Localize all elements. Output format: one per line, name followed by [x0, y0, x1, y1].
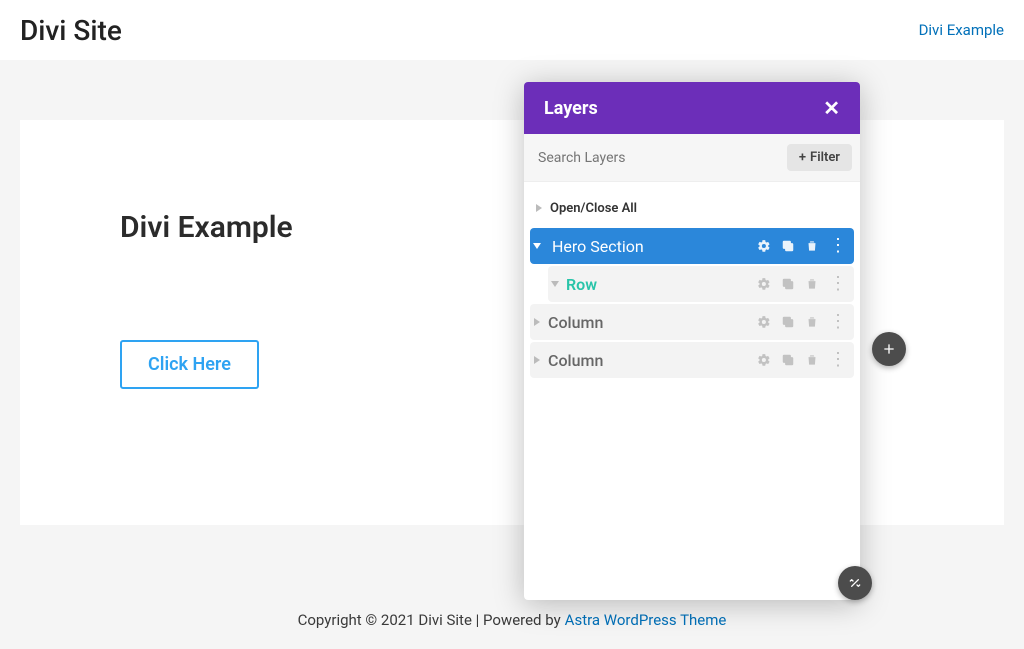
site-footer: Copyright © 2021 Divi Site | Powered by …: [0, 590, 1024, 649]
resize-fab[interactable]: [838, 566, 872, 600]
duplicate-icon[interactable]: [781, 277, 795, 291]
footer-theme-link[interactable]: Astra WordPress Theme: [565, 611, 727, 629]
search-input[interactable]: [524, 134, 787, 181]
duplicate-icon[interactable]: [781, 353, 795, 367]
trash-icon[interactable]: [805, 239, 819, 253]
panel-title: Layers: [544, 98, 598, 119]
layers-tree: Open/Close All Hero Section ⋮ Row ⋮: [524, 182, 860, 600]
site-title: Divi Site: [20, 14, 122, 47]
duplicate-icon[interactable]: [781, 239, 795, 253]
filter-button[interactable]: + Filter: [787, 144, 852, 171]
site-header: Divi Site Divi Example: [0, 0, 1024, 60]
resize-icon: [847, 575, 863, 591]
filter-label: Filter: [810, 150, 840, 165]
footer-text: Copyright © 2021 Divi Site | Powered by: [298, 611, 561, 629]
triangle-icon: [536, 204, 542, 212]
trash-icon[interactable]: [805, 277, 819, 291]
layer-section-hero[interactable]: Hero Section ⋮: [530, 228, 854, 264]
panel-header[interactable]: Layers ✕: [524, 82, 860, 134]
layer-row[interactable]: Row ⋮: [548, 266, 854, 302]
layers-panel: Layers ✕ + Filter Open/Close All Hero Se…: [524, 82, 860, 600]
nav-link-example[interactable]: Divi Example: [919, 21, 1004, 39]
open-close-all[interactable]: Open/Close All: [530, 190, 854, 226]
duplicate-icon[interactable]: [781, 315, 795, 329]
gear-icon[interactable]: [757, 239, 771, 253]
close-icon[interactable]: ✕: [823, 98, 840, 118]
triangle-icon: [534, 318, 540, 326]
gear-icon[interactable]: [757, 353, 771, 367]
page-body: Divi Example Click Here: [0, 60, 1024, 590]
add-fab[interactable]: [872, 332, 906, 366]
triangle-icon: [534, 356, 540, 364]
layer-column-1[interactable]: Column ⋮: [530, 304, 854, 340]
plus-icon: [881, 341, 897, 357]
plus-icon: +: [799, 150, 806, 165]
triangle-icon: [551, 281, 559, 287]
gear-icon[interactable]: [757, 277, 771, 291]
cta-button[interactable]: Click Here: [120, 340, 259, 389]
trash-icon[interactable]: [805, 315, 819, 329]
panel-search-row: + Filter: [524, 134, 860, 182]
triangle-icon: [533, 243, 541, 249]
trash-icon[interactable]: [805, 353, 819, 367]
gear-icon[interactable]: [757, 315, 771, 329]
layer-column-2[interactable]: Column ⋮: [530, 342, 854, 378]
